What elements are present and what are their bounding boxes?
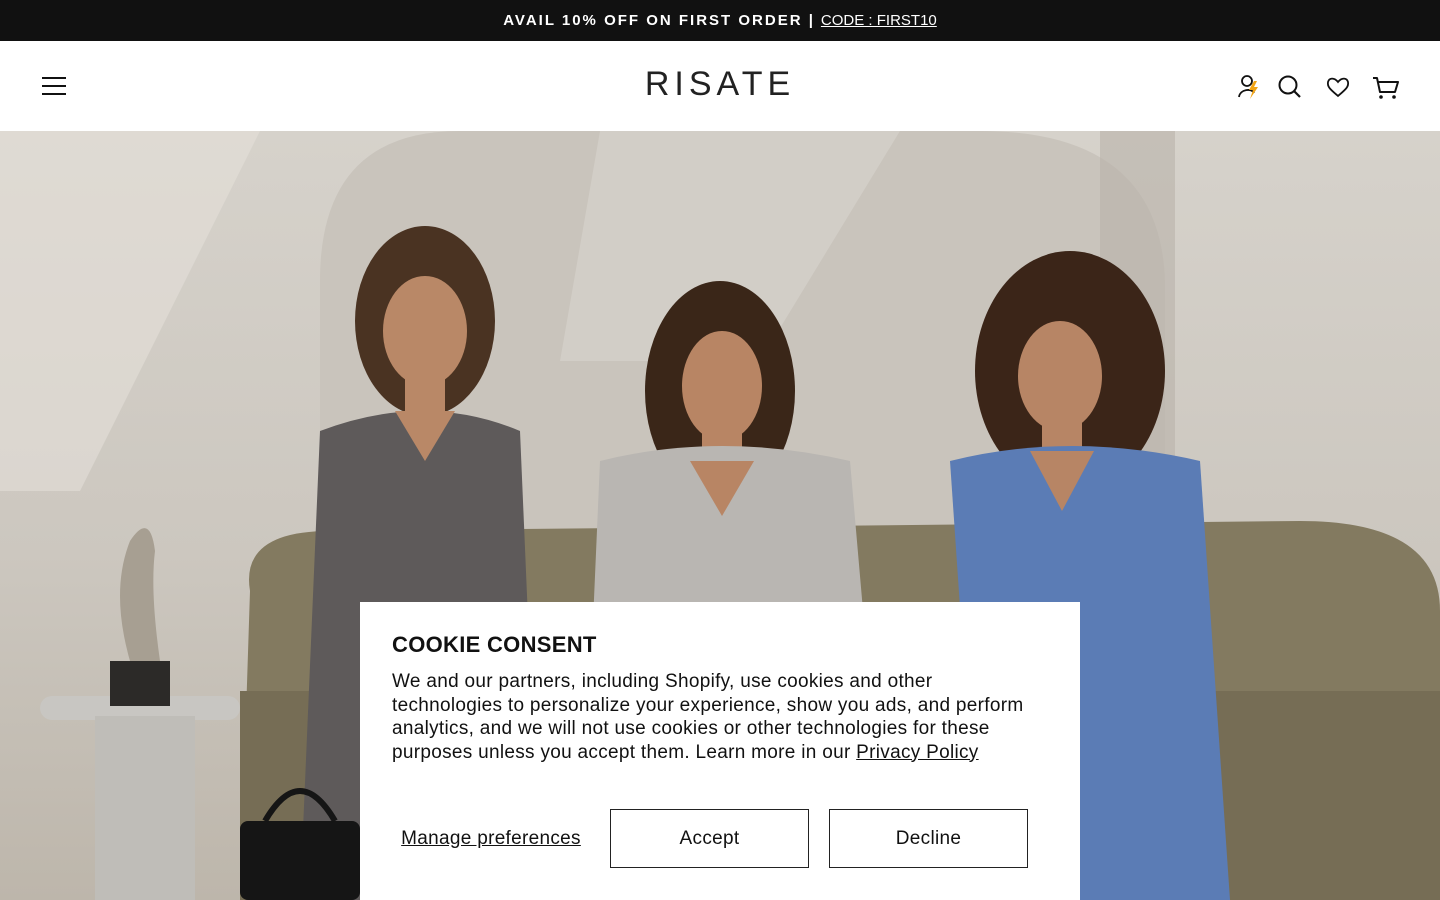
menu-button[interactable] [38, 71, 70, 101]
account-icon [1238, 75, 1258, 99]
announcement-text: AVAIL 10% OFF ON FIRST ORDER | [503, 12, 815, 29]
search-button[interactable] [1274, 71, 1306, 103]
account-button[interactable] [1234, 71, 1266, 103]
cart-button[interactable] [1370, 71, 1402, 103]
search-icon [1278, 75, 1301, 98]
cookie-consent-title: COOKIE CONSENT [392, 632, 597, 657]
manage-preferences-button[interactable]: Manage preferences [392, 809, 590, 868]
discount-code-link[interactable]: CODE : FIRST10 [821, 12, 937, 29]
announcement-bar: AVAIL 10% OFF ON FIRST ORDER | CODE : FI… [0, 0, 1440, 41]
cart-icon [1373, 77, 1399, 99]
site-logo[interactable]: RISATE [0, 65, 1440, 104]
decline-button[interactable]: Decline [829, 809, 1028, 868]
privacy-policy-link[interactable]: Privacy Policy [856, 742, 978, 763]
cookie-consent-dialog: COOKIE CONSENT We and our partners, incl… [360, 602, 1080, 900]
wishlist-button[interactable] [1322, 71, 1354, 103]
cookie-consent-body: We and our partners, including Shopify, … [392, 670, 1048, 764]
site-header: RISATE [0, 41, 1440, 132]
accept-button[interactable]: Accept [610, 809, 809, 868]
menu-icon [42, 77, 66, 95]
cookie-actions: Manage preferences Accept Decline [392, 809, 1048, 869]
heart-icon [1326, 77, 1350, 98]
